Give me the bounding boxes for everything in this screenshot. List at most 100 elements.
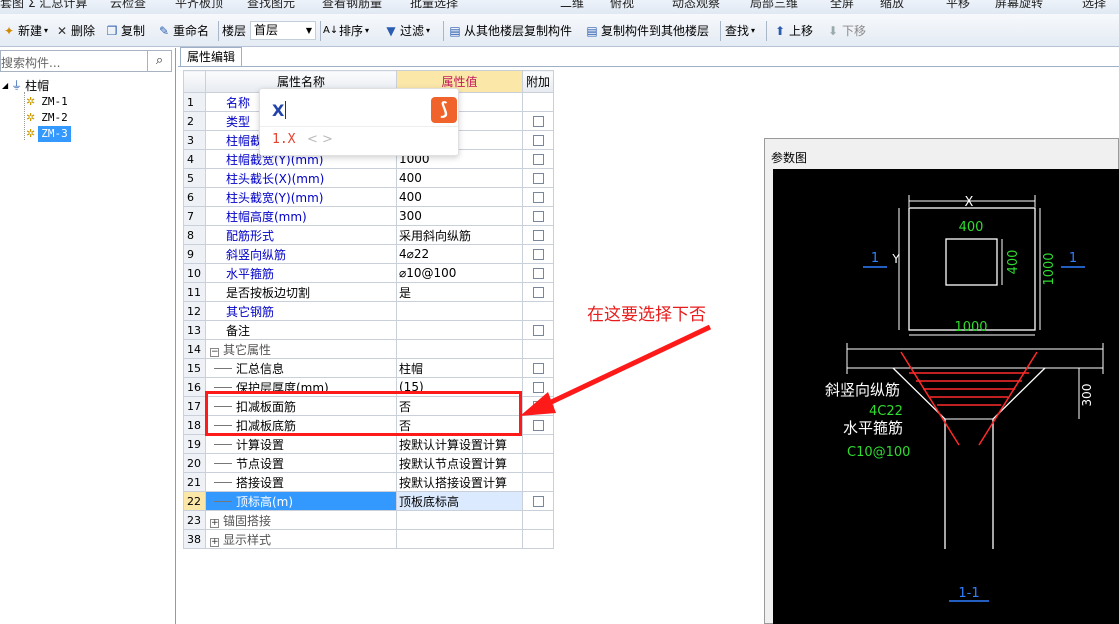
table-row[interactable]: 9 斜竖向纵筋 4⌀22 <box>183 244 554 264</box>
extra-checkbox[interactable] <box>532 363 544 374</box>
strip-item[interactable]: 二维 <box>560 0 584 11</box>
tree-root[interactable]: ◢ ⏚ 柱帽 <box>2 78 49 94</box>
table-row-selected[interactable]: 22 顶标高(m) 顶板底标高 <box>183 491 554 511</box>
property-value[interactable]: 按默认计算设置计算 <box>396 434 523 454</box>
expand-icon[interactable]: + <box>210 537 219 547</box>
ime-logo-icon[interactable]: ⟆ <box>431 97 457 123</box>
collapse-icon[interactable]: ◢ <box>2 78 8 94</box>
table-row-group[interactable]: 14− 其它属性 <box>183 339 554 359</box>
extra-cell <box>522 339 554 359</box>
tree-item-zm-1[interactable]: ✲ ZM-1 <box>26 94 71 110</box>
extra-checkbox[interactable] <box>532 249 544 260</box>
strip-item[interactable]: 选择 <box>1082 0 1106 11</box>
extra-checkbox[interactable] <box>532 401 544 412</box>
strip-item[interactable]: 动态观察 <box>672 0 720 11</box>
ime-page-nav[interactable]: < > <box>307 132 333 147</box>
copy-from-floor-button[interactable]: ▤ 从其他楼层复制构件 <box>448 21 572 41</box>
property-value[interactable]: 按默认搭接设置计算 <box>396 472 523 492</box>
strip-item[interactable]: 平移 <box>946 0 970 11</box>
move-up-button[interactable]: ⬆ 上移 <box>773 21 813 41</box>
copy-to-floor-button[interactable]: ▤ 复制构件到其他楼层 <box>585 21 709 41</box>
table-row-group[interactable]: 23 + 锚固搭接 <box>183 510 554 530</box>
table-row[interactable]: 11 是否按板边切割是 <box>183 282 554 302</box>
delete-button[interactable]: ✕ 删除 <box>55 21 95 41</box>
property-value[interactable]: 400 <box>396 187 523 207</box>
tab-property-edit[interactable]: 属性编辑 <box>180 47 243 67</box>
extra-checkbox[interactable] <box>532 116 544 127</box>
strip-item[interactable]: 全屏 <box>830 0 854 11</box>
extra-checkbox[interactable] <box>532 287 544 298</box>
floor-select[interactable]: 首层 ▼ <box>250 21 316 40</box>
table-row-group[interactable]: 38 + 显示样式 <box>183 529 554 549</box>
find-button[interactable]: 查找 ▾ <box>725 21 755 41</box>
table-row[interactable]: 12 其它钢筋 <box>183 301 554 321</box>
extra-checkbox[interactable] <box>532 230 544 241</box>
strip-item[interactable]: 缩放 <box>880 0 904 11</box>
property-value[interactable]: 采用斜向纵筋 <box>396 225 523 245</box>
extra-checkbox[interactable] <box>532 135 544 146</box>
strip-item[interactable]: 俯视 <box>610 0 634 11</box>
property-name: 搭接设置 <box>205 472 397 492</box>
table-row[interactable]: 21 搭接设置 按默认搭接设置计算 <box>183 472 554 492</box>
property-value[interactable] <box>396 320 523 340</box>
table-row[interactable]: 6 柱头截宽(Y)(mm) 400 <box>183 187 554 207</box>
strip-item[interactable]: 批量选择 <box>410 0 458 11</box>
row-number: 3 <box>183 130 206 150</box>
ime-candidate-popup[interactable]: X ⟆ 1.X < > <box>259 88 459 156</box>
new-button[interactable]: ✦ 新建 ▾ <box>2 21 48 41</box>
strip-item[interactable]: 套图 <box>0 0 24 11</box>
property-value[interactable]: 按默认节点设置计算 <box>396 453 523 473</box>
extra-checkbox[interactable] <box>532 268 544 279</box>
table-row[interactable]: 13 备注 <box>183 320 554 340</box>
extra-checkbox[interactable] <box>532 154 544 165</box>
separator <box>443 21 444 41</box>
ime-candidate[interactable]: 1.X <box>272 132 295 147</box>
table-row[interactable]: 15 汇总信息 柱帽 <box>183 358 554 378</box>
strip-item[interactable]: Σ 汇总计算 <box>28 0 87 11</box>
rename-button[interactable]: ✎ 重命名 <box>157 21 209 41</box>
table-row[interactable]: 20 节点设置 按默认节点设置计算 <box>183 453 554 473</box>
header-extra[interactable]: 附加 <box>522 70 554 93</box>
table-row[interactable]: 7 柱帽高度(mm) 300 <box>183 206 554 226</box>
extra-checkbox[interactable] <box>532 420 544 431</box>
extra-checkbox[interactable] <box>532 192 544 203</box>
extra-checkbox[interactable] <box>532 382 544 393</box>
copy-button[interactable]: ❐ 复制 <box>105 21 145 41</box>
property-value[interactable] <box>396 301 523 321</box>
tree-item-zm-3[interactable]: ✲ ZM-3 <box>26 126 71 142</box>
table-row[interactable]: 8 配筋形式 采用斜向纵筋 <box>183 225 554 245</box>
extra-checkbox[interactable] <box>532 496 544 507</box>
property-value[interactable]: 400 <box>396 168 523 188</box>
strip-item[interactable]: 平齐板顶 <box>175 0 223 11</box>
property-value[interactable]: 4⌀22 <box>396 244 523 264</box>
property-value[interactable]: ⌀10@100 <box>396 263 523 283</box>
filter-button[interactable]: ▼ 过滤 ▾ <box>384 21 430 41</box>
collapse-icon[interactable]: − <box>210 347 219 357</box>
move-down-button[interactable]: ⬇ 下移 <box>826 21 866 41</box>
gear-icon: ✲ <box>26 95 36 108</box>
extra-checkbox[interactable] <box>532 173 544 184</box>
search-input[interactable]: 搜索构件... <box>1 54 60 71</box>
row-number: 1 <box>183 92 206 112</box>
expand-icon[interactable]: + <box>210 518 219 528</box>
property-value[interactable]: 是 <box>396 282 523 302</box>
row-number: 10 <box>183 263 206 283</box>
sort-button[interactable]: A↓ 排序 ▾ <box>323 21 369 41</box>
strip-item[interactable]: 屏幕旋转 <box>995 0 1043 11</box>
strip-item[interactable]: 局部三维 <box>750 0 798 11</box>
property-value[interactable]: 顶板底标高 <box>396 491 523 511</box>
strip-item[interactable]: 查找图元 <box>247 0 295 11</box>
extra-checkbox[interactable] <box>532 211 544 222</box>
sort-icon: A↓ <box>323 25 339 36</box>
property-value[interactable]: 300 <box>396 206 523 226</box>
search-icon[interactable]: ⌕ <box>147 51 171 71</box>
table-row[interactable]: 19 计算设置 按默认计算设置计算 <box>183 434 554 454</box>
hoop-rebar-label: 水平箍筋 <box>843 419 903 437</box>
tree-item-zm-2[interactable]: ✲ ZM-2 <box>26 110 71 126</box>
extra-checkbox[interactable] <box>532 325 544 336</box>
property-value[interactable]: 柱帽 <box>396 358 523 378</box>
strip-item[interactable]: 云检查 <box>110 0 146 11</box>
table-row[interactable]: 5 柱头截长(X)(mm) 400 <box>183 168 554 188</box>
strip-item[interactable]: 查看钢筋量 <box>322 0 382 11</box>
table-row[interactable]: 10 水平箍筋 ⌀10@100 <box>183 263 554 283</box>
